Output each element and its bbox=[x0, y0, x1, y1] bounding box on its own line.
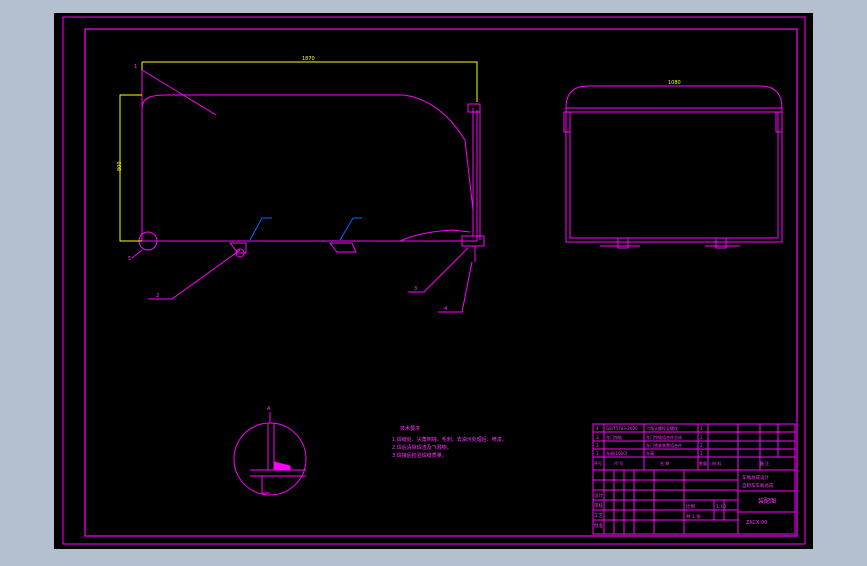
part-label-5: 5 bbox=[128, 256, 131, 262]
bom-row-4-name: 六角头螺栓全螺纹 bbox=[646, 425, 678, 431]
project-title: 车厢总成设计 bbox=[742, 474, 769, 481]
role-process: 工艺 bbox=[594, 513, 603, 519]
bom-row-2-name: 车门锁紧装置组合件 bbox=[646, 442, 682, 448]
note-line-3: 3.焊接后检验焊缝质量。 bbox=[392, 452, 447, 459]
drawing-name: 装配图 bbox=[758, 497, 776, 505]
drawing-canvas bbox=[54, 13, 813, 549]
detail-a-mark: A bbox=[267, 406, 271, 412]
bom-header-remark: 备 注 bbox=[760, 460, 769, 466]
drawing-number: ZXCX-00 bbox=[746, 520, 767, 526]
role-approve: 批准 bbox=[594, 522, 603, 529]
bom-header-name: 名 称 bbox=[660, 460, 669, 466]
project-subtitle: 自卸车车厢总成 bbox=[742, 482, 774, 489]
part-label-4: 4 bbox=[444, 306, 447, 312]
dim-top-width: 1870 bbox=[302, 56, 315, 62]
role-review: 审核 bbox=[594, 502, 603, 509]
note-line-2: 2.焊后清除焊渣及飞溅物。 bbox=[392, 444, 452, 451]
dim-side-width: 1080 bbox=[668, 80, 681, 86]
part-label-3: 3 bbox=[414, 286, 417, 292]
bom-row-1-code: 车厢(1600) bbox=[606, 450, 628, 456]
bom-row-3-name: 车门铰链组合件总成 bbox=[646, 434, 682, 440]
cad-drawing[interactable]: 技术要求 1.焊缝处、尖角倒钝、毛刺、去油污处理后、喷漆。 2.焊后清除焊渣及飞… bbox=[0, 0, 867, 562]
bom-header-code: 代 号 bbox=[614, 460, 623, 466]
part-label-2: 2 bbox=[156, 293, 159, 299]
notes-title: 技术要求 bbox=[400, 425, 420, 432]
scale-label: 比例 bbox=[686, 503, 695, 510]
note-line-1: 1.焊缝处、尖角倒钝、毛刺、去油污处理后、喷漆。 bbox=[392, 436, 507, 443]
bom-row-4-code: GB/T5783-2000 bbox=[606, 426, 638, 431]
role-design: 设计 bbox=[594, 492, 603, 499]
bom-header-no: 序号 bbox=[594, 460, 602, 466]
part-label-1: 1 bbox=[134, 64, 137, 70]
bom-row-3-code: 车门铰链 bbox=[606, 434, 622, 440]
viewer-stage: 技术要求 1.焊缝处、尖角倒钝、毛刺、去油污处理后、喷漆。 2.焊后清除焊渣及飞… bbox=[0, 0, 867, 562]
sheet-count: 共 1 张 bbox=[686, 513, 701, 520]
bom-header-qty: 数量 bbox=[699, 460, 707, 466]
scale-value: 1:10 bbox=[716, 504, 726, 510]
bom-row-1-name: 车厢 bbox=[646, 450, 654, 456]
bom-header-material: 材 料 bbox=[712, 460, 721, 466]
dim-left-height: 800 bbox=[117, 161, 123, 171]
